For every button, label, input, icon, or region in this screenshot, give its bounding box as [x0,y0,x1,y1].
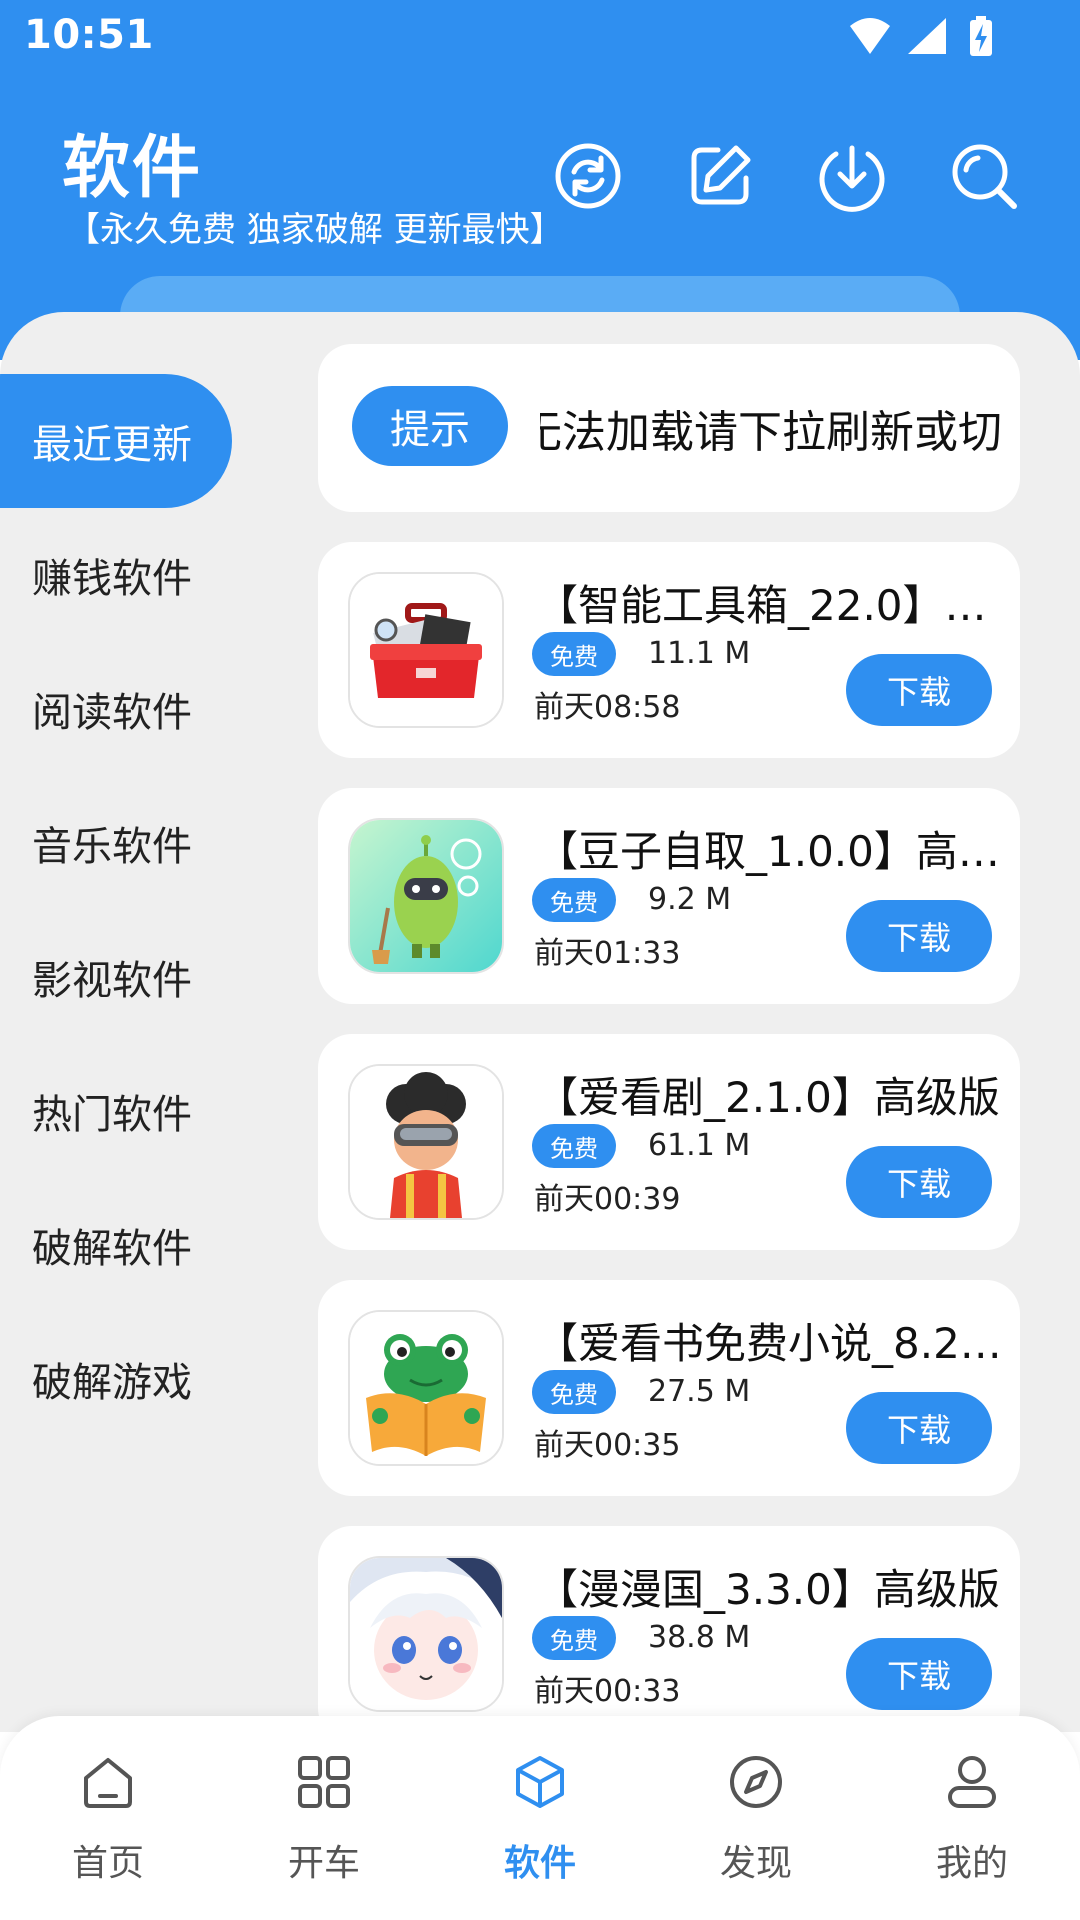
app-header: 10:51 软件 【永久免费 独家破解 更新最快】 [0,0,1080,360]
frog-book-icon [348,1310,504,1466]
battery-icon [970,16,992,56]
category-cracked-games[interactable]: 破解游戏 [0,1312,232,1446]
category-reading[interactable]: 阅读软件 [0,642,232,776]
app-name: 【漫漫国_3.3.0】高级版 [536,1565,1000,1614]
compass-icon [730,1756,782,1808]
signal-icon [908,18,946,54]
download-button[interactable]: 下载 [846,654,992,726]
download-button[interactable]: 下载 [846,900,992,972]
download-button[interactable]: 下载 [846,1146,992,1218]
cube-icon [516,1756,564,1808]
free-badge: 免费 [532,878,616,922]
free-badge: 免费 [532,1616,616,1660]
app-card[interactable]: 【智能工具箱_22.0】高级版 免费 11.1 M 前天08:58 下载 [318,542,1020,758]
category-earn[interactable]: 赚钱软件 [0,508,232,642]
app-update-time: 前天00:33 [534,1674,681,1709]
nav-home[interactable]: 首页 [0,1752,216,1892]
search-button[interactable] [948,140,1020,212]
wifi-icon [850,18,890,54]
toolbox-icon [348,572,504,728]
category-music[interactable]: 音乐软件 [0,776,232,910]
free-badge: 免费 [532,1124,616,1168]
notice-card: 提示 如果无法加载请下拉刷新或切换线路 [318,344,1020,512]
app-size: 38.8 M [648,1620,751,1655]
notice-tag: 提示 [352,386,508,466]
category-recent[interactable]: 最近更新 [0,374,232,508]
notice-marquee: 如果无法加载请下拉刷新或切换线路 [540,384,1000,468]
grid-icon [298,1756,350,1808]
status-time: 10:51 [24,12,154,58]
category-hot[interactable]: 热门软件 [0,1044,232,1178]
app-card[interactable]: 【漫漫国_3.3.0】高级版 免费 38.8 M 前天00:33 下载 [318,1526,1020,1732]
edit-button[interactable] [684,140,756,212]
app-name: 【爱看剧_2.1.0】高级版 [536,1073,1000,1122]
category-cracked-software[interactable]: 破解软件 [0,1178,232,1312]
refresh-button[interactable] [552,140,624,212]
app-name: 【智能工具箱_22.0】高级版 [536,581,1006,630]
nav-profile[interactable]: 我的 [864,1752,1080,1892]
robot-icon [348,818,504,974]
download-button[interactable]: 下载 [846,1392,992,1464]
page-subtitle: 【永久免费 独家破解 更新最快】 [66,210,564,250]
nav-software[interactable]: 软件 [432,1752,648,1892]
notice-text: 如果无法加载请下拉刷新或切换线路 [540,407,1000,458]
download-button[interactable]: 下载 [846,1638,992,1710]
user-icon [948,1756,996,1808]
app-size: 9.2 M [648,882,732,917]
app-card[interactable]: 【豆子自取_1.0.0】高级版 免费 9.2 M 前天01:33 下载 [318,788,1020,1004]
nav-profile-label: 我的 [935,1843,1008,1884]
app-size: 61.1 M [648,1128,751,1163]
app-update-time: 前天00:39 [534,1182,681,1217]
app-card[interactable]: 【爱看剧_2.1.0】高级版 免费 61.1 M 前天00:39 下载 [318,1034,1020,1250]
bottom-navigation: 首页 开车 软件 发现 我的 [0,1716,1080,1920]
vr-kid-icon [348,1064,504,1220]
app-size: 11.1 M [648,636,751,671]
nav-discover-label: 发现 [719,1843,792,1884]
category-sidebar: 最近更新 赚钱软件 阅读软件 音乐软件 影视软件 热门软件 破解软件 破解游戏 [0,312,290,1732]
nav-discover[interactable]: 发现 [648,1752,864,1892]
nav-software-label: 软件 [503,1843,576,1884]
download-icon [819,145,885,212]
search-icon [952,144,1017,209]
page-title: 软件 [62,129,203,208]
refresh-icon [555,143,621,209]
home-icon [84,1758,132,1808]
free-badge: 免费 [532,1370,616,1414]
free-badge: 免费 [532,632,616,676]
app-update-time: 前天00:35 [534,1428,681,1463]
app-size: 27.5 M [648,1374,751,1409]
edit-icon [691,145,751,205]
status-icons [846,14,996,60]
content-panel: 最近更新 赚钱软件 阅读软件 音乐软件 影视软件 热门软件 破解软件 破解游戏 … [0,312,1080,1732]
nav-drive-label: 开车 [287,1843,360,1884]
app-card[interactable]: 【爱看书免费小说_8.2.5】高级版 免费 27.5 M 前天00:35 下载 [318,1280,1020,1496]
app-update-time: 前天01:33 [534,936,681,971]
download-button[interactable] [816,140,888,212]
nav-drive[interactable]: 开车 [216,1752,432,1892]
app-update-time: 前天08:58 [534,690,681,725]
anime-girl-icon [348,1556,504,1712]
category-video[interactable]: 影视软件 [0,910,232,1044]
status-bar: 10:51 [0,0,1080,76]
nav-home-label: 首页 [71,1843,144,1884]
app-name: 【豆子自取_1.0.0】高级版 [536,827,1006,876]
app-name: 【爱看书免费小说_8.2.5】高级版 [536,1319,1006,1368]
